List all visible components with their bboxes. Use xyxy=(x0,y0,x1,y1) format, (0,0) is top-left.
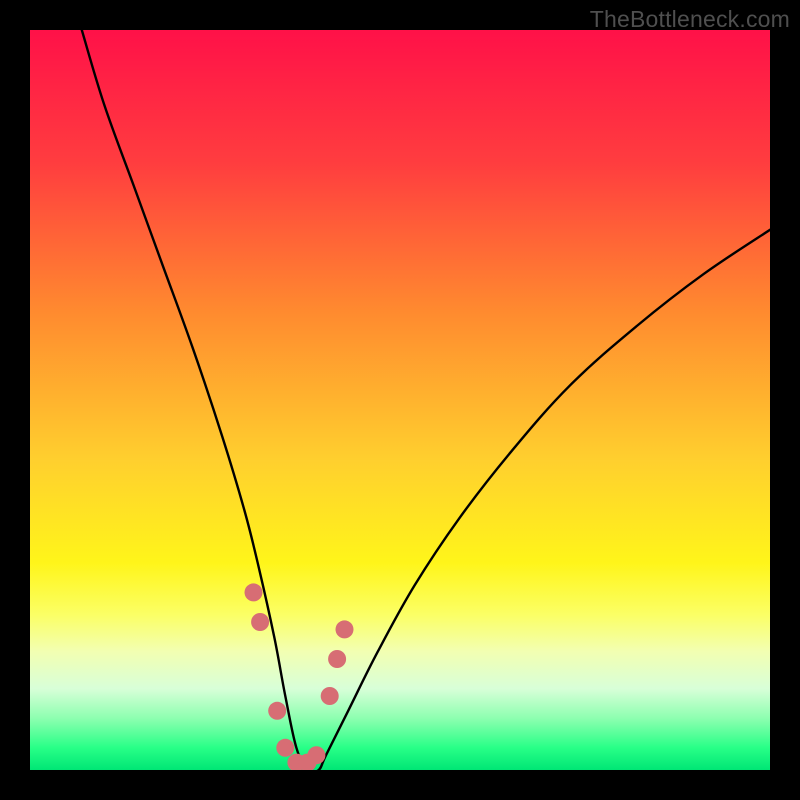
marker-dot xyxy=(245,583,263,601)
marker-dot xyxy=(268,702,286,720)
marker-dot xyxy=(251,613,269,631)
marker-dot xyxy=(276,739,294,757)
marker-dot xyxy=(328,650,346,668)
bottleneck-curve xyxy=(82,30,770,770)
curve-layer xyxy=(30,30,770,770)
marker-group xyxy=(245,583,354,770)
marker-dot xyxy=(321,687,339,705)
chart-frame: TheBottleneck.com xyxy=(0,0,800,800)
plot-area xyxy=(30,30,770,770)
marker-dot xyxy=(336,620,354,638)
watermark-text: TheBottleneck.com xyxy=(590,6,790,33)
marker-dot xyxy=(307,746,325,764)
